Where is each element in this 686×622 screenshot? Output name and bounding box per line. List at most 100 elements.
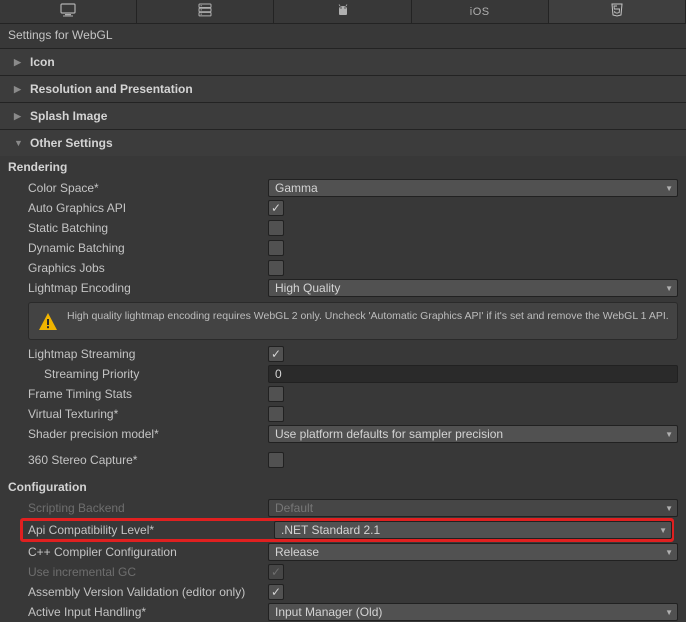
warning-icon: [37, 311, 59, 333]
section-resolution-header[interactable]: ▶ Resolution and Presentation: [0, 76, 686, 102]
row-incremental-gc: Use incremental GC ✓: [0, 562, 686, 582]
chevron-right-icon: ▶: [14, 84, 24, 95]
row-graphics-jobs: Graphics Jobs: [0, 258, 686, 278]
stereo-capture-label: 360 Stereo Capture*: [28, 453, 268, 467]
static-batching-label: Static Batching: [28, 221, 268, 235]
section-icon-header[interactable]: ▶ Icon: [0, 49, 686, 75]
virtual-texturing-label: Virtual Texturing*: [28, 407, 268, 421]
row-active-input: Active Input Handling* Input Manager (Ol…: [0, 602, 686, 622]
row-auto-graphics: Auto Graphics API ✓: [0, 198, 686, 218]
api-compat-value: .NET Standard 2.1: [281, 523, 380, 537]
dynamic-batching-label: Dynamic Batching: [28, 241, 268, 255]
lightmap-encoding-label: Lightmap Encoding: [28, 281, 268, 295]
cpp-compiler-value: Release: [275, 545, 319, 559]
chevron-right-icon: ▶: [14, 57, 24, 68]
chevron-down-icon: ▼: [659, 526, 667, 535]
row-dynamic-batching: Dynamic Batching: [0, 238, 686, 258]
shader-precision-value: Use platform defaults for sampler precis…: [275, 427, 503, 441]
row-frame-timing: Frame Timing Stats: [0, 384, 686, 404]
shader-precision-dropdown[interactable]: Use platform defaults for sampler precis…: [268, 425, 678, 443]
row-api-compat: Api Compatibility Level* .NET Standard 2…: [28, 520, 672, 540]
ios-label: iOS: [470, 6, 490, 18]
chevron-right-icon: ▶: [14, 111, 24, 122]
auto-graphics-checkbox[interactable]: ✓: [268, 200, 284, 216]
row-lightmap-encoding: Lightmap Encoding High Quality ▼: [0, 278, 686, 298]
tab-webgl[interactable]: [549, 0, 686, 23]
settings-for-label: Settings for WebGL: [0, 24, 686, 48]
section-splash-title: Splash Image: [30, 109, 107, 123]
scripting-backend-value: Default: [275, 501, 313, 515]
rendering-group-label: Rendering: [0, 156, 686, 178]
configuration-group-label: Configuration: [0, 476, 686, 498]
section-other: ▼ Other Settings Rendering Color Space* …: [0, 129, 686, 622]
scripting-backend-dropdown: Default ▼: [268, 499, 678, 517]
stereo-capture-checkbox[interactable]: [268, 452, 284, 468]
chevron-down-icon: ▼: [665, 284, 673, 293]
static-batching-checkbox[interactable]: [268, 220, 284, 236]
graphics-jobs-label: Graphics Jobs: [28, 261, 268, 275]
active-input-dropdown[interactable]: Input Manager (Old) ▼: [268, 603, 678, 621]
row-shader-precision: Shader precision model* Use platform def…: [0, 424, 686, 444]
shader-precision-label: Shader precision model*: [28, 427, 268, 441]
section-splash: ▶ Splash Image: [0, 102, 686, 129]
dynamic-batching-checkbox[interactable]: [268, 240, 284, 256]
active-input-value: Input Manager (Old): [275, 605, 382, 619]
tab-server[interactable]: [137, 0, 274, 23]
section-resolution: ▶ Resolution and Presentation: [0, 75, 686, 102]
cpp-compiler-dropdown[interactable]: Release ▼: [268, 543, 678, 561]
tab-ios[interactable]: iOS: [412, 0, 549, 23]
tab-android[interactable]: [274, 0, 411, 23]
highlight-api-compat: Api Compatibility Level* .NET Standard 2…: [22, 520, 672, 540]
android-icon: [335, 3, 351, 20]
api-compat-label: Api Compatibility Level*: [28, 523, 274, 537]
row-virtual-texturing: Virtual Texturing*: [0, 404, 686, 424]
row-streaming-priority: Streaming Priority 0: [0, 364, 686, 384]
section-splash-header[interactable]: ▶ Splash Image: [0, 103, 686, 129]
active-input-label: Active Input Handling*: [28, 605, 268, 619]
row-lightmap-streaming: Lightmap Streaming ✓: [0, 344, 686, 364]
desktop-icon: [60, 3, 76, 20]
api-compat-dropdown[interactable]: .NET Standard 2.1 ▼: [274, 521, 672, 539]
warning-text: High quality lightmap encoding requires …: [67, 309, 669, 324]
section-icon: ▶ Icon: [0, 48, 686, 75]
platform-tabs: iOS: [0, 0, 686, 24]
scripting-backend-label: Scripting Backend: [28, 501, 268, 515]
assembly-validation-label: Assembly Version Validation (editor only…: [28, 585, 268, 599]
section-resolution-title: Resolution and Presentation: [30, 82, 193, 96]
row-color-space: Color Space* Gamma ▼: [0, 178, 686, 198]
section-other-title: Other Settings: [30, 136, 113, 150]
section-other-header[interactable]: ▼ Other Settings: [0, 130, 686, 156]
row-stereo-capture: 360 Stereo Capture*: [0, 450, 686, 470]
chevron-down-icon: ▼: [665, 548, 673, 557]
lightmap-encoding-dropdown[interactable]: High Quality ▼: [268, 279, 678, 297]
cpp-compiler-label: C++ Compiler Configuration: [28, 545, 268, 559]
incremental-gc-label: Use incremental GC: [28, 565, 268, 579]
color-space-value: Gamma: [275, 181, 318, 195]
lightmap-encoding-value: High Quality: [275, 281, 340, 295]
row-static-batching: Static Batching: [0, 218, 686, 238]
frame-timing-label: Frame Timing Stats: [28, 387, 268, 401]
graphics-jobs-checkbox[interactable]: [268, 260, 284, 276]
chevron-down-icon: ▼: [665, 430, 673, 439]
assembly-validation-checkbox[interactable]: ✓: [268, 584, 284, 600]
streaming-priority-label: Streaming Priority: [44, 367, 268, 381]
color-space-label: Color Space*: [28, 181, 268, 195]
section-icon-title: Icon: [30, 55, 55, 69]
row-cpp-compiler: C++ Compiler Configuration Release ▼: [0, 542, 686, 562]
frame-timing-checkbox[interactable]: [268, 386, 284, 402]
lightmap-warning: High quality lightmap encoding requires …: [28, 302, 678, 340]
streaming-priority-input[interactable]: 0: [268, 365, 678, 383]
html5-icon: [609, 3, 625, 20]
chevron-down-icon: ▼: [665, 504, 673, 513]
incremental-gc-checkbox: ✓: [268, 564, 284, 580]
lightmap-streaming-label: Lightmap Streaming: [28, 347, 268, 361]
color-space-dropdown[interactable]: Gamma ▼: [268, 179, 678, 197]
chevron-down-icon: ▼: [665, 608, 673, 617]
server-icon: [197, 3, 213, 20]
chevron-down-icon: ▼: [665, 184, 673, 193]
tab-standalone[interactable]: [0, 0, 137, 23]
virtual-texturing-checkbox[interactable]: [268, 406, 284, 422]
lightmap-streaming-checkbox[interactable]: ✓: [268, 346, 284, 362]
chevron-down-icon: ▼: [14, 138, 24, 148]
row-scripting-backend: Scripting Backend Default ▼: [0, 498, 686, 518]
